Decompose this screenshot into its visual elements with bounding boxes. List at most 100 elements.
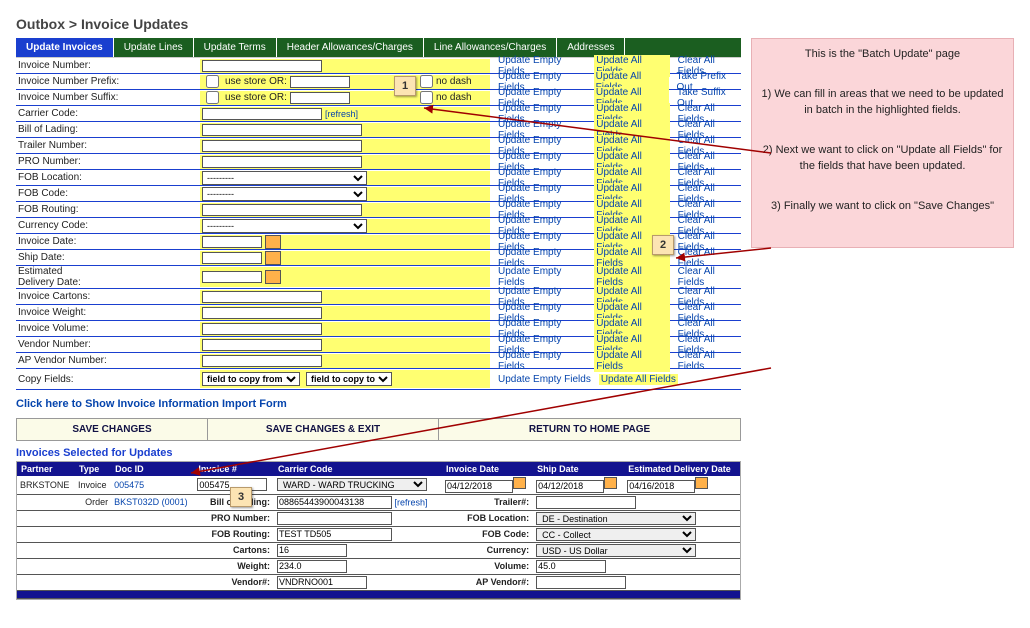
cell-partner: BRKSTONE [17, 476, 75, 495]
label-ship-date: Ship Date: [16, 252, 200, 263]
link-docid[interactable]: 005475 [114, 480, 144, 490]
label-prefix: Invoice Number Prefix: [16, 76, 200, 87]
sublabel-fobcode: FOB Code: [442, 527, 533, 543]
input-suffix[interactable] [290, 92, 350, 104]
select-copy-to[interactable]: field to copy to [306, 372, 392, 386]
cell-type: Invoice [75, 476, 111, 495]
link-order-id[interactable]: BKST032D (0001) [114, 497, 188, 507]
input-pro[interactable] [202, 156, 362, 168]
select-currency[interactable]: --------- [202, 219, 367, 233]
checkbox-suffix-no-dash[interactable] [420, 91, 433, 104]
grid-input-fobroute[interactable] [277, 528, 392, 541]
link-update-all[interactable]: Update All Fields [599, 374, 678, 385]
note-title: This is the "Batch Update" page [760, 47, 1005, 63]
input-volume[interactable] [202, 323, 322, 335]
link-show-import-form[interactable]: Click here to Show Invoice Information I… [16, 398, 741, 410]
link-clear-all[interactable]: Clear All Fields [678, 350, 741, 372]
grid-input-apvendor[interactable] [536, 576, 626, 589]
label-suffix: Invoice Number Suffix: [16, 92, 200, 103]
button-return-home[interactable]: RETURN TO HOME PAGE [439, 419, 740, 440]
link-update-empty[interactable]: Update Empty Fields [498, 350, 586, 372]
tab-update-invoices[interactable]: Update Invoices [16, 38, 114, 57]
label-volume: Invoice Volume: [16, 323, 200, 334]
grid-input-weight[interactable] [277, 560, 347, 573]
grid-select-currency[interactable]: USD - US Dollar [536, 544, 696, 557]
table-row: Order BKST032D (0001) Bill of Lading: [r… [17, 495, 740, 511]
label-invoice-number: Invoice Number: [16, 60, 200, 71]
grid-select-fobloc[interactable]: DE - Destination [536, 512, 696, 525]
cell-order-label: Order [75, 495, 111, 511]
grid-input-cartons[interactable] [277, 544, 347, 557]
annotation-panel: This is the "Batch Update" page 1) We ca… [751, 38, 1014, 248]
label-ap-vendor: AP Vendor Number: [16, 355, 200, 366]
col-inv-date: Invoice Date [442, 462, 533, 476]
input-ap-vendor[interactable] [202, 355, 322, 367]
grid-input-invdate[interactable] [445, 480, 513, 493]
sublabel-currency: Currency: [442, 543, 533, 559]
input-carrier[interactable] [202, 108, 322, 120]
button-save-changes[interactable]: SAVE CHANGES [17, 419, 208, 440]
link-update-empty[interactable]: Update Empty Fields [498, 374, 591, 385]
label-fob-routing: FOB Routing: [16, 204, 200, 215]
select-fob-location[interactable]: --------- [202, 171, 367, 185]
col-ship-date: Ship Date [533, 462, 624, 476]
calendar-icon[interactable] [604, 477, 617, 489]
input-cartons[interactable] [202, 291, 322, 303]
calendar-icon[interactable] [265, 251, 281, 265]
input-bol[interactable] [202, 124, 362, 136]
label-invoice-date: Invoice Date: [16, 236, 200, 247]
checkbox-prefix-no-dash[interactable] [420, 75, 433, 88]
sublabel-weight: Weight: [194, 559, 274, 575]
input-vendor[interactable] [202, 339, 322, 351]
select-fob-code[interactable]: --------- [202, 187, 367, 201]
grid-input-shipdate[interactable] [536, 480, 604, 493]
link-update-all[interactable]: Update All Fields [594, 350, 669, 372]
tab-header-allowances[interactable]: Header Allowances/Charges [277, 38, 424, 57]
calendar-icon[interactable] [695, 477, 708, 489]
input-trailer[interactable] [202, 140, 362, 152]
grid-input-vendor[interactable] [277, 576, 367, 589]
select-copy-from[interactable]: field to copy from [202, 372, 300, 386]
grid-input-trailer[interactable] [536, 496, 636, 509]
sublabel-fobloc: FOB Location: [442, 511, 533, 527]
label-pro: PRO Number: [16, 156, 200, 167]
sublabel-pro: PRO Number: [194, 511, 274, 527]
grid-input-volume[interactable] [536, 560, 606, 573]
input-invoice-date[interactable] [202, 236, 262, 248]
input-invoice-number[interactable] [202, 60, 322, 72]
col-partner: Partner [17, 462, 75, 476]
checkbox-suffix-use-store[interactable] [206, 91, 219, 104]
tab-update-lines[interactable]: Update Lines [114, 38, 194, 57]
input-prefix[interactable] [290, 76, 350, 88]
sublabel-volume: Volume: [442, 559, 533, 575]
sublabel-vendor: Vendor#: [194, 575, 274, 591]
table-row: Cartons: Currency: USD - US Dollar [17, 543, 740, 559]
sublabel-apvendor: AP Vendor#: [442, 575, 533, 591]
table-row: FOB Routing: FOB Code: CC - Collect [17, 527, 740, 543]
calendar-icon[interactable] [265, 270, 281, 284]
grid-input-estdate[interactable] [627, 480, 695, 493]
calendar-icon[interactable] [513, 477, 526, 489]
link-refresh-carrier[interactable]: [refresh] [325, 109, 358, 119]
grid-input-bol[interactable] [277, 496, 392, 509]
callout-3: 3 [230, 487, 252, 507]
app-panel: Update Invoices Update Lines Update Term… [16, 38, 741, 600]
table-row: PRO Number: FOB Location: DE - Destinati… [17, 511, 740, 527]
calendar-icon[interactable] [265, 235, 281, 249]
grid-input-pro[interactable] [277, 512, 392, 525]
label-vendor: Vendor Number: [16, 339, 200, 350]
button-save-changes-exit[interactable]: SAVE CHANGES & EXIT [208, 419, 439, 440]
input-ship-date[interactable] [202, 252, 262, 264]
checkbox-prefix-use-store[interactable] [206, 75, 219, 88]
input-est-delivery[interactable] [202, 271, 262, 283]
tab-update-terms[interactable]: Update Terms [194, 38, 277, 57]
link-refresh[interactable]: [refresh] [395, 497, 428, 507]
grid-select-carrier[interactable]: WARD - WARD TRUCKING [277, 478, 427, 491]
label-copy-fields: Copy Fields: [16, 374, 200, 385]
action-bar: SAVE CHANGES SAVE CHANGES & EXIT RETURN … [16, 418, 741, 441]
sublabel-trailer: Trailer#: [442, 495, 533, 511]
grid-select-fobcode[interactable]: CC - Collect [536, 528, 696, 541]
col-invoice-num: Invoice # [194, 462, 274, 476]
input-fob-routing[interactable] [202, 204, 362, 216]
input-weight[interactable] [202, 307, 322, 319]
